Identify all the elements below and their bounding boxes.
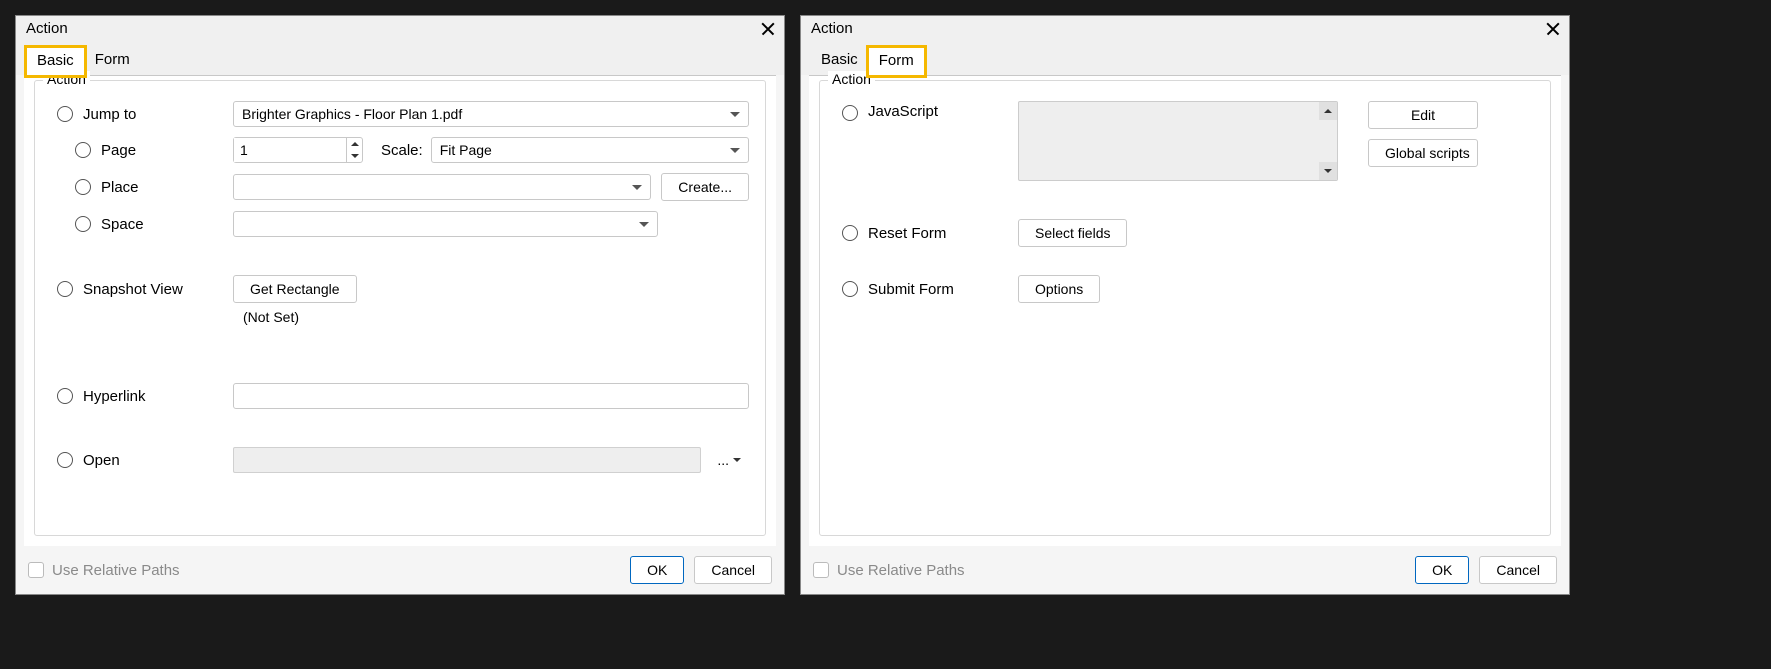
titlebar: Action [801, 16, 1569, 41]
label-javascript: JavaScript [868, 103, 1018, 120]
dialog-title: Action [811, 20, 853, 37]
dialog-footer: Use Relative Paths OK Cancel [801, 546, 1569, 594]
combo-scale-value: Fit Page [440, 142, 492, 158]
chevron-down-icon [730, 148, 740, 153]
hyperlink-input[interactable] [233, 383, 749, 409]
combo-jump-file-value: Brighter Graphics - Floor Plan 1.pdf [242, 106, 462, 122]
label-reset-form: Reset Form [868, 225, 1018, 242]
action-fieldset: Action JavaScript Edit Global scripts Re… [819, 80, 1551, 536]
options-button[interactable]: Options [1018, 275, 1100, 303]
dialog-footer: Use Relative Paths OK Cancel [16, 546, 784, 594]
action-dialog-form: Action Basic Form Action JavaScript Edit… [800, 15, 1570, 595]
global-scripts-button[interactable]: Global scripts [1368, 139, 1478, 167]
label-hyperlink: Hyperlink [83, 388, 233, 405]
tab-page-form: Action JavaScript Edit Global scripts Re… [809, 75, 1561, 546]
label-submit-form: Submit Form [868, 281, 1018, 298]
scroll-down-icon[interactable] [1319, 162, 1337, 180]
radio-jump-to[interactable] [57, 106, 73, 122]
radio-javascript[interactable] [842, 105, 858, 121]
javascript-textarea[interactable] [1018, 101, 1338, 181]
label-relative-paths: Use Relative Paths [837, 562, 965, 579]
label-open: Open [83, 452, 233, 469]
chevron-down-icon [730, 112, 740, 117]
close-icon[interactable] [760, 21, 776, 37]
tab-form[interactable]: Form [868, 47, 925, 76]
edit-button[interactable]: Edit [1368, 101, 1478, 129]
action-fieldset: Action Jump to Brighter Graphics - Floor… [34, 80, 766, 536]
dialog-title: Action [26, 20, 68, 37]
action-dialog-basic: Action Basic Form Action Jump to Brighte… [15, 15, 785, 595]
label-scale: Scale: [381, 142, 423, 159]
chevron-down-icon [632, 185, 642, 190]
ok-button[interactable]: OK [630, 556, 684, 584]
tab-strip: Basic Form [801, 41, 1569, 75]
spin-up[interactable] [347, 138, 362, 150]
combo-place[interactable] [233, 174, 651, 200]
spin-page[interactable] [233, 137, 363, 163]
radio-space[interactable] [75, 216, 91, 232]
tab-form[interactable]: Form [85, 47, 140, 75]
chk-relative-paths[interactable] [28, 562, 44, 578]
scroll-up-icon[interactable] [1319, 102, 1337, 120]
ok-button[interactable]: OK [1415, 556, 1469, 584]
cancel-button[interactable]: Cancel [1479, 556, 1557, 584]
label-jump-to: Jump to [83, 106, 233, 123]
select-fields-button[interactable]: Select fields [1018, 219, 1127, 247]
label-snapshot: Snapshot View [83, 281, 233, 298]
open-path [233, 447, 701, 473]
label-place: Place [101, 179, 233, 196]
label-space: Space [101, 216, 233, 233]
label-page: Page [101, 142, 233, 159]
snapshot-not-set: (Not Set) [243, 309, 749, 325]
radio-reset-form[interactable] [842, 225, 858, 241]
radio-place[interactable] [75, 179, 91, 195]
chk-relative-paths[interactable] [813, 562, 829, 578]
spin-down[interactable] [347, 150, 362, 162]
get-rectangle-button[interactable]: Get Rectangle [233, 275, 357, 303]
radio-open[interactable] [57, 452, 73, 468]
chevron-down-icon [639, 222, 649, 227]
label-relative-paths: Use Relative Paths [52, 562, 180, 579]
combo-space[interactable] [233, 211, 658, 237]
combo-scale[interactable]: Fit Page [431, 137, 749, 163]
create-button[interactable]: Create... [661, 173, 749, 201]
browse-button[interactable]: ... [709, 450, 749, 470]
tab-basic[interactable]: Basic [26, 47, 85, 76]
close-icon[interactable] [1545, 21, 1561, 37]
caret-down-icon [733, 458, 741, 462]
combo-jump-file[interactable]: Brighter Graphics - Floor Plan 1.pdf [233, 101, 749, 127]
radio-snapshot[interactable] [57, 281, 73, 297]
tab-strip: Basic Form [16, 41, 784, 75]
radio-submit-form[interactable] [842, 281, 858, 297]
cancel-button[interactable]: Cancel [694, 556, 772, 584]
radio-hyperlink[interactable] [57, 388, 73, 404]
radio-page[interactable] [75, 142, 91, 158]
tab-page-basic: Action Jump to Brighter Graphics - Floor… [24, 75, 776, 546]
page-input[interactable] [234, 138, 346, 162]
titlebar: Action [16, 16, 784, 41]
